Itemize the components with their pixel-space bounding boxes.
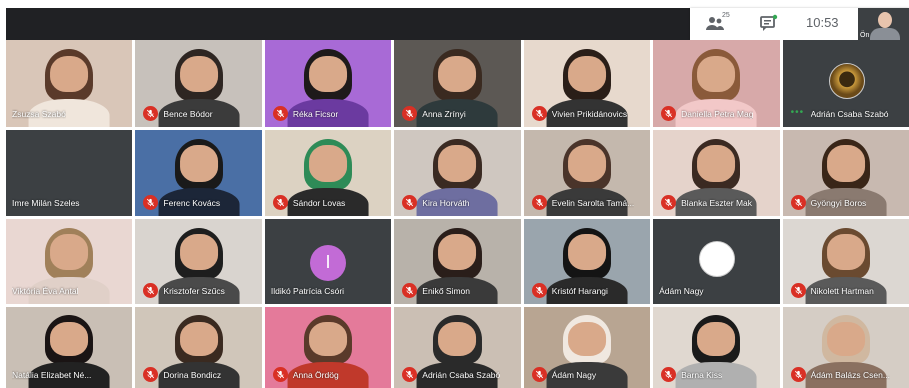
participant-name: Blanka Eszter Mak bbox=[681, 198, 753, 208]
mic-off-icon bbox=[790, 195, 806, 210]
person-face bbox=[50, 321, 89, 356]
person-face bbox=[826, 145, 865, 182]
participant-name: Réka Ficsor bbox=[292, 109, 339, 119]
participant-tile[interactable]: I Ildikó Patrícia Csóri bbox=[264, 219, 392, 304]
participant-count: 25 bbox=[722, 12, 730, 19]
participant-tile[interactable]: Kristóf Harangi bbox=[523, 219, 651, 304]
participant-avatar: I bbox=[310, 244, 347, 281]
person-face bbox=[438, 55, 477, 93]
person-face bbox=[567, 321, 606, 356]
person-face bbox=[567, 234, 606, 270]
person-face bbox=[826, 234, 865, 270]
participant-tile[interactable]: Imre Milán Szeles bbox=[6, 130, 133, 216]
participant-name: Ferenc Kovács bbox=[163, 198, 221, 208]
participant-tile[interactable]: Ádám Nagy bbox=[653, 219, 780, 304]
person-face bbox=[179, 145, 218, 182]
person-face bbox=[179, 234, 218, 270]
person-face bbox=[438, 321, 477, 356]
participant-name: Enikő Simon bbox=[422, 286, 470, 296]
mic-off-icon bbox=[272, 195, 288, 210]
participant-name: Zsuzsa Szabó bbox=[12, 109, 66, 119]
mic-off-icon bbox=[531, 106, 547, 121]
participant-tile[interactable]: Blanka Eszter Mak bbox=[653, 130, 780, 216]
mic-off-icon bbox=[531, 283, 547, 298]
participant-tile[interactable]: Adrián Csaba Szabó bbox=[394, 307, 521, 388]
participant-name: Kira Horváth bbox=[422, 198, 470, 208]
participant-tile[interactable]: Nikolett Hartman bbox=[782, 219, 909, 304]
participant-tile[interactable]: Zsuzsa Szabó bbox=[6, 40, 133, 127]
mic-off-icon bbox=[790, 283, 806, 298]
participant-tile[interactable]: Enikő Simon bbox=[394, 219, 521, 304]
participant-tile[interactable]: Ádám Nagy bbox=[523, 307, 651, 388]
participant-name: Adrián Csaba Szabó bbox=[810, 109, 889, 119]
person-face bbox=[309, 145, 348, 182]
top-bar: 25 10:53 Ön bbox=[0, 0, 909, 40]
mic-off-icon bbox=[790, 367, 806, 382]
participant-tile[interactable]: Barna Kiss bbox=[653, 307, 780, 388]
participant-tile[interactable]: ••• Adrián Csaba Szabó bbox=[782, 40, 909, 127]
self-view-tile[interactable]: Ön bbox=[858, 8, 909, 40]
participant-tile[interactable]: Dorina Bondicz bbox=[135, 307, 262, 388]
participant-name: Ádám Nagy bbox=[659, 286, 704, 296]
participant-avatar bbox=[828, 62, 865, 99]
person-face bbox=[567, 145, 606, 182]
participant-name: Imre Milán Szeles bbox=[12, 198, 80, 208]
person-face bbox=[309, 321, 348, 356]
participant-name: Kristóf Harangi bbox=[551, 286, 608, 296]
participant-name: Krisztofer Szűcs bbox=[163, 286, 225, 296]
top-dark-strip bbox=[6, 8, 690, 40]
chat-icon[interactable] bbox=[757, 13, 779, 33]
participant-name: Nikolett Hartman bbox=[810, 286, 874, 296]
person-face bbox=[438, 145, 477, 182]
participant-tile[interactable]: Anna Ördög bbox=[264, 307, 392, 388]
mic-off-icon bbox=[531, 367, 547, 382]
clock: 10:53 bbox=[806, 15, 839, 30]
person-face bbox=[179, 55, 218, 93]
participant-tile[interactable]: Ferenc Kovács bbox=[135, 130, 262, 216]
participant-tile[interactable]: Réka Ficsor bbox=[264, 40, 392, 127]
person-face bbox=[826, 321, 865, 356]
self-head bbox=[878, 12, 892, 28]
participant-name: Evelin Sarolta Tamá... bbox=[551, 198, 635, 208]
participant-tile[interactable]: Bence Bódor bbox=[135, 40, 262, 127]
participant-tile[interactable]: Gyöngyi Boros bbox=[782, 130, 909, 216]
participant-tile[interactable]: Anna Zrínyi bbox=[394, 40, 521, 127]
self-label: Ön bbox=[860, 32, 870, 39]
person-face bbox=[50, 234, 89, 270]
participant-tile[interactable]: Evelin Sarolta Tamá... bbox=[523, 130, 651, 216]
person-face bbox=[697, 321, 736, 356]
participant-name: Gyöngyi Boros bbox=[810, 198, 867, 208]
person-face bbox=[438, 234, 477, 270]
participant-tile[interactable]: Natália Elizabet Né... bbox=[6, 307, 133, 388]
participant-name: Viktória Éva Antal bbox=[12, 286, 79, 296]
participant-tile[interactable]: Krisztofer Szűcs bbox=[135, 219, 262, 304]
participant-grid: Zsuzsa Szabó Bence Bódor Réka Ficsor Anna Z… bbox=[6, 40, 909, 388]
participant-tile[interactable]: Sándor Lovas bbox=[264, 130, 392, 216]
participant-tile[interactable]: Viktória Éva Antal bbox=[6, 219, 133, 304]
participant-name: Daniella Petra Mag bbox=[681, 109, 754, 119]
person-face bbox=[309, 55, 348, 93]
mic-off-icon bbox=[272, 367, 288, 382]
participant-name: Anna Zrínyi bbox=[422, 109, 466, 119]
participant-tile[interactable]: Vivien Prikidánovics bbox=[523, 40, 651, 127]
person-face bbox=[50, 55, 89, 93]
participant-name: Bence Bódor bbox=[163, 109, 213, 119]
participant-name: Sándor Lovas bbox=[292, 198, 346, 208]
person-face bbox=[697, 55, 736, 93]
person-face bbox=[697, 145, 736, 182]
person-face bbox=[567, 55, 606, 93]
person-face bbox=[179, 321, 218, 356]
participant-tile[interactable]: Daniella Petra Mag bbox=[653, 40, 780, 127]
mic-off-icon bbox=[272, 106, 288, 121]
participant-avatar bbox=[699, 241, 736, 278]
mic-off-icon bbox=[531, 195, 547, 210]
participant-name: Vivien Prikidánovics bbox=[551, 109, 628, 119]
participant-name: Ildikó Patrícia Csóri bbox=[270, 286, 345, 296]
self-body bbox=[870, 28, 900, 40]
participant-tile[interactable]: Ádám Balázs Csen... bbox=[782, 307, 909, 388]
participant-tile[interactable]: Kira Horváth bbox=[394, 130, 521, 216]
speaking-indicator-icon: ••• bbox=[790, 107, 805, 118]
